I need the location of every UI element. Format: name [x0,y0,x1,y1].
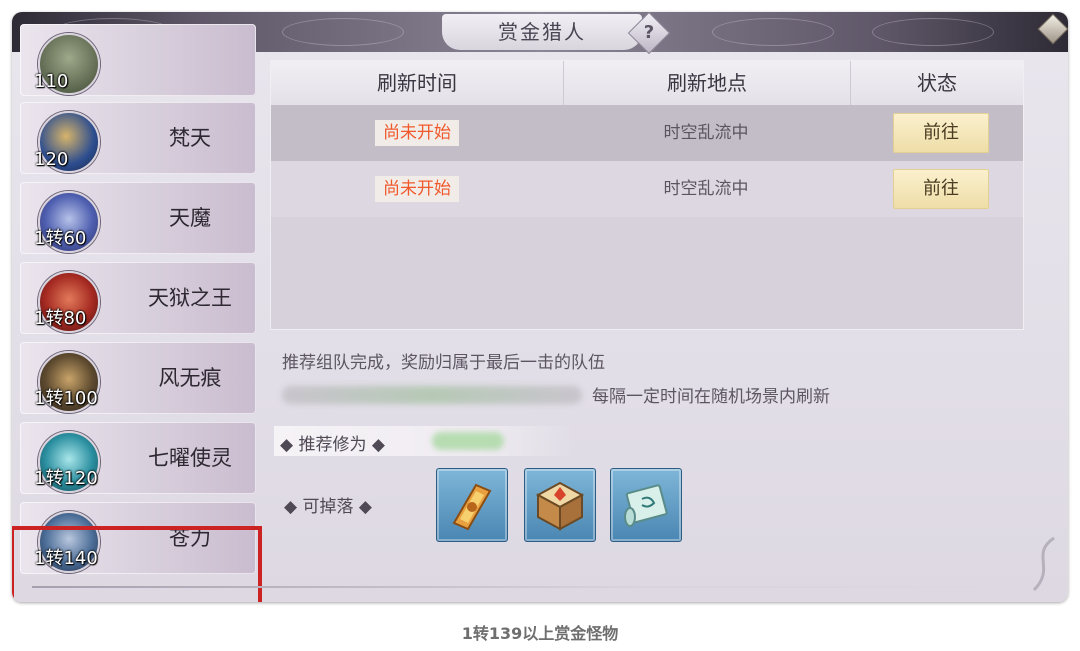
question-icon: ? [643,22,655,43]
column-header: 状态 [917,71,957,95]
boss-level: 120 [34,149,69,170]
boss-level: 1转80 [34,308,87,329]
column-header: 刷新时间 [377,71,457,95]
table-header: 刷新时间 刷新地点 状态 [271,61,1023,105]
go-button[interactable]: 前往 [893,113,989,153]
title-ornament [282,18,404,46]
boss-list-item[interactable]: 1转100 风无痕 [20,342,256,414]
scroll-icon[interactable] [610,468,682,542]
column-header: 刷新地点 [563,61,851,105]
recommend-level-label: ◆ 推荐修为 ◆ [280,435,385,455]
boss-level: 1转100 [34,388,98,409]
boss-level: 1转140 [34,548,98,569]
close-gem-icon[interactable] [1037,13,1068,45]
blurred-value [432,432,504,450]
boss-name: 七曜使灵 [148,446,232,470]
title-ornament [712,18,834,46]
window-title: 赏金猎人 [442,14,642,50]
boss-list-item[interactable]: 110 [20,24,256,96]
table-row: 尚未开始 时空乱流中 前往 [271,105,1023,161]
boss-list-item-selected[interactable]: 1转140 苍力 [20,502,256,574]
boss-list-item[interactable]: 1转80 天狱之王 [20,262,256,334]
boss-name: 苍力 [169,526,211,550]
boss-name: 天魔 [169,206,211,230]
spawn-rule-note: 每隔一定时间在随机场景内刷新 [592,387,830,407]
boss-name: 风无痕 [158,366,222,390]
refresh-location: 时空乱流中 [663,123,749,143]
boss-name: 天狱之王 [148,286,232,310]
boss-level: 1转60 [34,228,87,249]
golden-token-icon[interactable] [436,468,508,542]
boss-list[interactable]: 110 120 梵天 1转60 天魔 1转80 天狱之王 1转100 风无痕 1… [12,24,266,602]
drops-label: ◆ 可掉落 ◆ [284,497,372,517]
boss-name [124,24,256,96]
corner-swirl-ornament [1032,536,1055,592]
title-ornament [872,18,994,46]
blurred-text [282,386,582,404]
bounty-hunter-panel: 赏金猎人 ? 110 120 梵天 1转60 天魔 1转80 天狱之王 1转10… [12,12,1068,602]
table-row: 尚未开始 时空乱流中 前往 [271,161,1023,217]
help-button[interactable]: ? [627,12,671,55]
refresh-time: 尚未开始 [271,161,563,217]
image-caption: 1转139以上赏金怪物 [461,624,619,643]
boss-list-item[interactable]: 1转60 天魔 [20,182,256,254]
boss-level: 1转120 [34,468,98,489]
boss-list-item[interactable]: 1转120 七曜使灵 [20,422,256,494]
spawn-table: 刷新时间 刷新地点 状态 尚未开始 时空乱流中 前往 尚未开始 时空乱流中 前往 [270,60,1024,330]
status-text: 尚未开始 [375,120,459,146]
bottom-border-ornament [32,586,1042,588]
boss-list-item[interactable]: 120 梵天 [20,102,256,174]
status-text: 尚未开始 [375,176,459,202]
team-reward-note: 推荐组队完成，奖励归属于最后一击的队伍 [282,353,605,373]
boss-level: 110 [34,71,69,92]
refresh-location: 时空乱流中 [663,179,749,199]
boss-name: 梵天 [169,126,211,150]
go-button[interactable]: 前往 [893,169,989,209]
refresh-time: 尚未开始 [271,105,563,161]
treasure-cube-icon[interactable] [524,468,596,542]
